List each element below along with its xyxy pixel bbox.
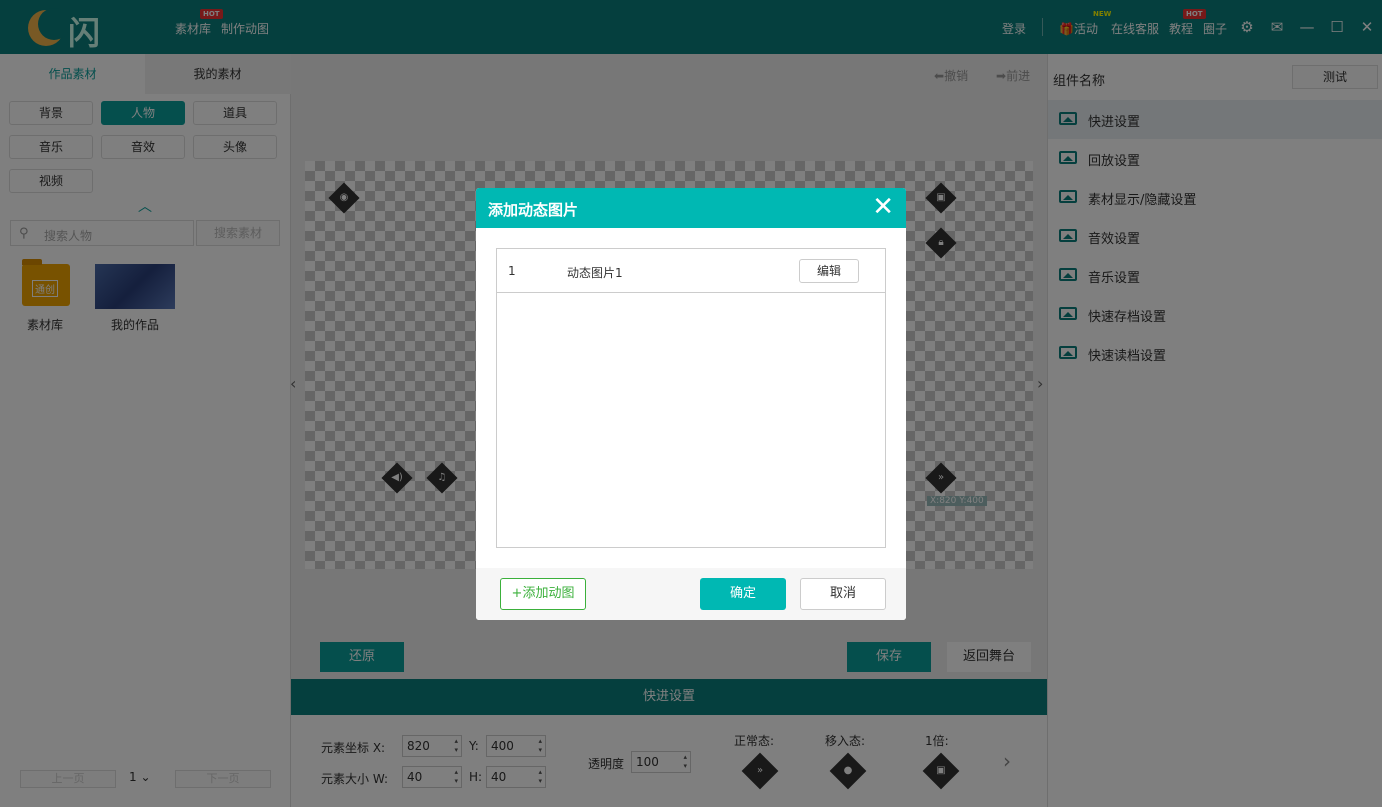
list-item: 1 动态图片1 编辑 — [497, 249, 885, 293]
row-index: 1 — [508, 264, 516, 278]
dialog-title: 添加动态图片 — [488, 201, 579, 219]
edit-button[interactable]: 编辑 — [799, 259, 859, 283]
row-name: 动态图片1 — [567, 266, 623, 280]
close-icon[interactable]: ✕ — [872, 193, 894, 221]
confirm-button[interactable]: 确定 — [700, 578, 786, 610]
cancel-button[interactable]: 取消 — [800, 578, 886, 610]
gif-list: 1 动态图片1 编辑 — [496, 248, 886, 548]
add-gif-button[interactable]: +添加动图 — [500, 578, 586, 610]
dialog-footer: +添加动图 确定 取消 — [476, 568, 906, 620]
add-gif-dialog: 添加动态图片 ✕ 1 动态图片1 编辑 +添加动图 确定 取消 — [476, 188, 906, 620]
dialog-header: 添加动态图片 ✕ — [476, 188, 906, 228]
